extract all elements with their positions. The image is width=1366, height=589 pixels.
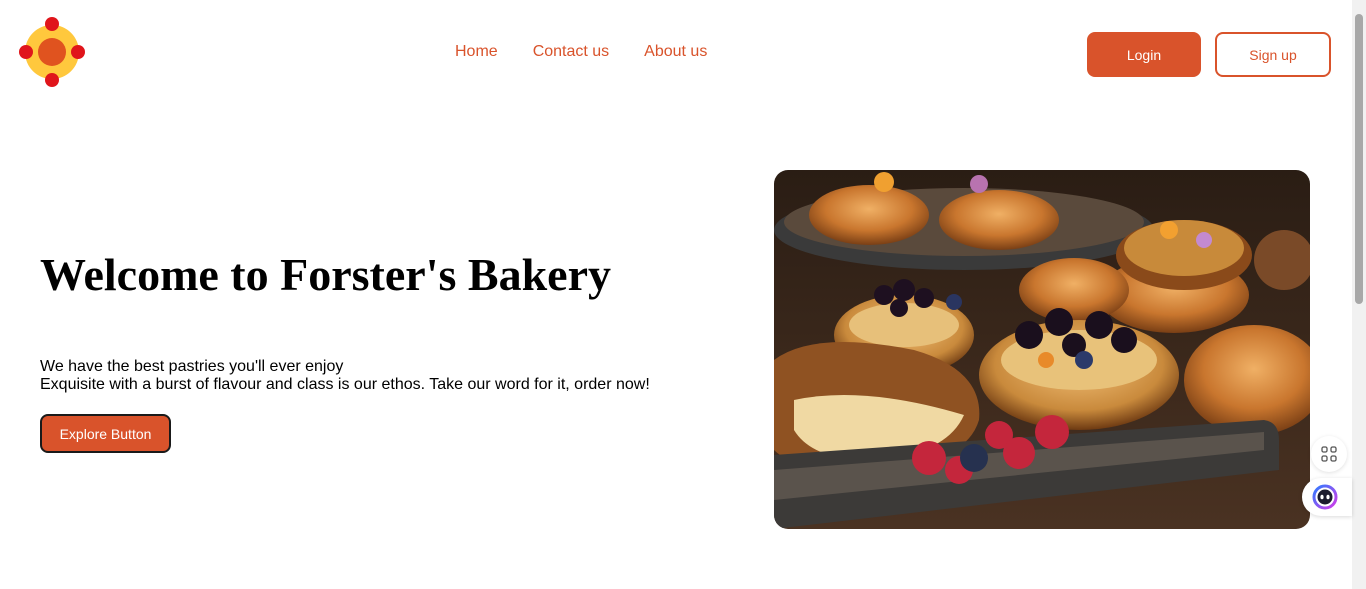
nav-home-link[interactable]: Home (455, 43, 498, 61)
nav-contact-link[interactable]: Contact us (533, 43, 609, 61)
sun-logo-icon (19, 17, 85, 87)
apps-button[interactable] (1311, 436, 1347, 472)
pastries-illustration (774, 170, 1310, 529)
hero-title: Welcome to Forster's Bakery (40, 249, 611, 300)
signup-button[interactable]: Sign up (1215, 32, 1331, 77)
nav-about-link[interactable]: About us (644, 43, 707, 61)
logo[interactable] (18, 16, 86, 88)
pastries-photo (774, 170, 1310, 529)
hero-description: We have the best pastries you'll ever en… (40, 358, 650, 394)
login-button[interactable]: Login (1087, 32, 1201, 77)
apps-grid-icon (1321, 446, 1337, 462)
hero-line-2: Exquisite with a burst of flavour and cl… (40, 376, 650, 393)
assistant-face-icon (1312, 484, 1338, 510)
scroll-thumb[interactable] (1355, 14, 1363, 304)
page-scrollbar[interactable] (1352, 0, 1366, 589)
explore-button[interactable]: Explore Button (40, 414, 171, 453)
assistant-button[interactable] (1302, 478, 1352, 516)
main-nav: Home Contact us About us (455, 43, 707, 61)
hero-line-1: We have the best pastries you'll ever en… (40, 358, 344, 375)
